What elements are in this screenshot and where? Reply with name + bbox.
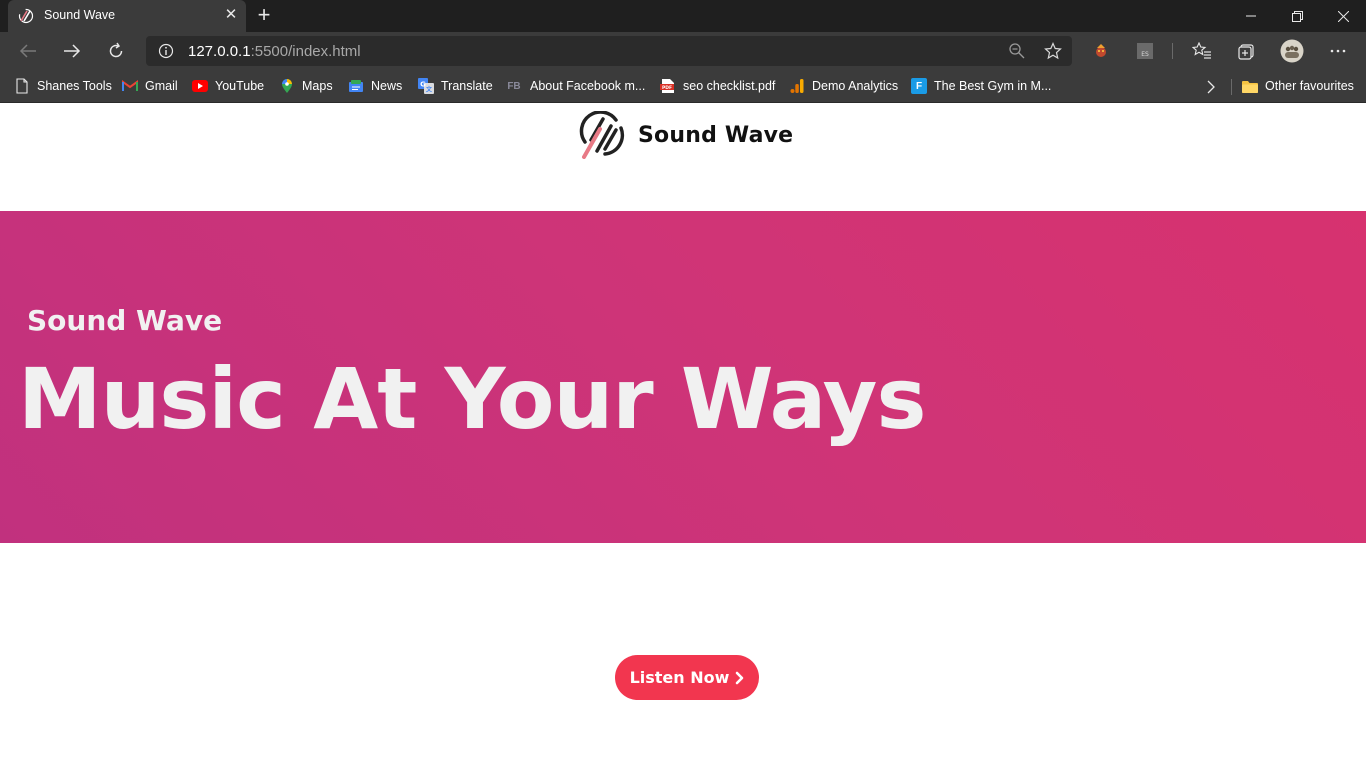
url-host: 127.0.0.1 xyxy=(188,43,251,60)
f-icon: F xyxy=(911,78,927,94)
bookmark-label: News xyxy=(371,79,403,93)
site-header: Sound Wave xyxy=(0,103,1366,211)
fb-icon: FB xyxy=(507,80,521,92)
bookmark-youtube[interactable]: YouTube xyxy=(192,76,264,96)
translate-icon: G文 xyxy=(418,78,434,94)
bookmarks-overflow-chevron-icon[interactable] xyxy=(1206,77,1216,97)
bookmark-label: seo checklist.pdf xyxy=(683,79,776,93)
bookmark-demo-analytics[interactable]: Demo Analytics xyxy=(789,76,898,96)
restore-button[interactable] xyxy=(1274,0,1320,32)
bookmark-label: The Best Gym in M... xyxy=(934,79,1052,93)
bookmark-label: About Facebook m... xyxy=(530,79,646,93)
extension-red-icon[interactable] xyxy=(1090,40,1112,62)
favourites-icon[interactable] xyxy=(1191,40,1213,62)
minimize-button[interactable] xyxy=(1228,0,1274,32)
bookmark-shanes-tools[interactable]: Shanes Tools xyxy=(14,76,112,96)
refresh-button[interactable] xyxy=(102,38,130,64)
bookmark-maps[interactable]: Maps xyxy=(279,76,333,96)
news-icon xyxy=(348,78,364,94)
bookmark-label: Gmail xyxy=(145,79,178,93)
close-window-button[interactable] xyxy=(1320,0,1366,32)
youtube-icon xyxy=(192,78,208,94)
bookmarks-divider xyxy=(1231,79,1232,95)
new-tab-button[interactable]: + xyxy=(252,4,276,28)
pdf-icon: PDF xyxy=(660,78,676,94)
minimize-icon xyxy=(1246,15,1256,17)
sound-wave-favicon-icon xyxy=(18,8,34,24)
folder-icon xyxy=(1242,78,1258,94)
tab-title: Sound Wave xyxy=(44,8,116,22)
browser-tab[interactable]: Sound Wave ✕ xyxy=(8,0,246,32)
bookmark-label: YouTube xyxy=(215,79,265,93)
zoom-icon[interactable] xyxy=(1008,42,1026,60)
bookmark-best-gym[interactable]: F The Best Gym in M... xyxy=(911,76,1051,96)
listen-now-button[interactable]: Listen Now xyxy=(615,655,759,700)
bookmark-label: Shanes Tools xyxy=(37,79,112,93)
back-button[interactable] xyxy=(14,38,42,64)
bookmark-label: Demo Analytics xyxy=(812,79,899,93)
bookmark-label: Maps xyxy=(302,79,333,93)
bookmark-label: Translate xyxy=(441,79,493,93)
browser-titlebar: Sound Wave ✕ + xyxy=(0,0,1366,32)
listen-now-label: Listen Now xyxy=(629,668,730,687)
bookmark-about-facebook[interactable]: FB About Facebook m... xyxy=(505,76,645,96)
bookmark-other-favourites[interactable]: Other favourites xyxy=(1242,76,1354,96)
sound-wave-logo-icon[interactable] xyxy=(578,111,626,159)
back-arrow-icon xyxy=(19,44,36,58)
site-brand-name[interactable]: Sound Wave xyxy=(638,123,793,148)
maps-icon xyxy=(279,78,295,94)
restore-icon xyxy=(1291,10,1303,22)
svg-text:文: 文 xyxy=(425,86,433,94)
url-text: 127.0.0.1:5500/index.html xyxy=(188,43,361,60)
page-icon xyxy=(14,78,30,94)
bookmark-news[interactable]: News xyxy=(348,76,402,96)
svg-text:PDF: PDF xyxy=(662,85,672,91)
bookmark-translate[interactable]: G文 Translate xyxy=(418,76,493,96)
gmail-icon xyxy=(122,78,138,94)
hero-title: Music At Your Ways xyxy=(18,350,926,448)
hero-banner: Sound Wave Music At Your Ways xyxy=(0,211,1366,543)
svg-text:ES: ES xyxy=(1141,51,1149,58)
bookmarks-bar: Shanes Tools Gmail YouTube Maps News G文 … xyxy=(0,70,1366,103)
hero-eyebrow: Sound Wave xyxy=(27,304,223,337)
refresh-icon xyxy=(109,42,123,58)
toolbar-divider xyxy=(1172,43,1173,59)
forward-button[interactable] xyxy=(58,38,86,64)
address-bar[interactable]: 127.0.0.1:5500/index.html xyxy=(146,36,1072,66)
analytics-icon xyxy=(789,78,805,94)
bookmark-seo-checklist[interactable]: PDF seo checklist.pdf xyxy=(660,76,775,96)
extension-es-icon[interactable]: ES xyxy=(1134,40,1156,62)
favourite-star-icon[interactable] xyxy=(1044,42,1062,60)
browser-toolbar: 127.0.0.1:5500/index.html ES xyxy=(0,32,1366,70)
more-menu-icon[interactable] xyxy=(1327,40,1349,62)
site-info-icon[interactable] xyxy=(158,43,174,59)
web-page: Sound Wave Sound Wave Music At Your Ways… xyxy=(0,103,1366,768)
tab-close-icon[interactable]: ✕ xyxy=(222,6,240,24)
profile-avatar-icon[interactable] xyxy=(1280,39,1304,63)
url-path: :5500/index.html xyxy=(250,43,361,60)
chevron-right-icon xyxy=(736,671,744,684)
forward-arrow-icon xyxy=(64,44,81,58)
close-icon xyxy=(1337,10,1349,22)
bookmark-gmail[interactable]: Gmail xyxy=(122,76,178,96)
bookmark-label: Other favourites xyxy=(1265,79,1354,93)
collections-icon[interactable] xyxy=(1236,40,1258,62)
